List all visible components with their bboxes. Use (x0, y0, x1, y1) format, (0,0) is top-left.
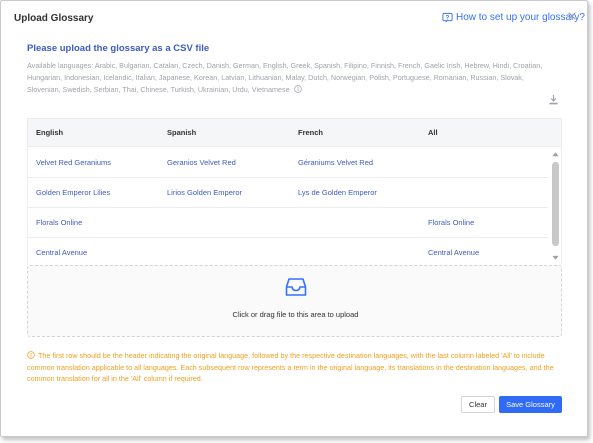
table-row: Velvet Red Geraniums Geranios Velvet Red… (28, 148, 548, 178)
table-cell: Florals Online (428, 218, 475, 227)
table-cell: Central Avenue (428, 248, 480, 257)
file-dropzone[interactable]: Click or drag file to this area to uploa… (27, 265, 562, 337)
upload-heading: Please upload the glossary as a CSV file (27, 43, 210, 54)
help-link[interactable]: ? How to set up your glossary? (442, 12, 585, 23)
info-icon[interactable] (293, 85, 302, 93)
table-cell: Géraniums Velvet Red (298, 158, 374, 167)
table-header: English Spanish French All (28, 119, 561, 147)
available-languages: Available languages: Arabic, Bulgarian, … (27, 60, 555, 96)
column-header-english: English (36, 128, 64, 137)
scroll-down-arrow-icon[interactable] (552, 255, 559, 261)
scrollbar-thumb[interactable] (552, 162, 559, 246)
download-icon[interactable] (548, 94, 559, 105)
table-cell: Geranios Velvet Red (167, 158, 236, 167)
column-header-french: French (298, 128, 324, 137)
help-circle-icon: ? (442, 12, 453, 23)
table-cell: Lys de Golden Emperor (298, 188, 377, 197)
dropzone-text: Click or drag file to this area to uploa… (232, 310, 359, 319)
dialog-title: Upload Glossary (14, 13, 94, 24)
table-cell: Florals Online (36, 218, 83, 227)
table-cell: Golden Emperor Lilies (36, 188, 111, 197)
table-cell: Lirios Golden Emperor (167, 188, 243, 197)
available-languages-text: Available languages: Arabic, Bulgarian, … (27, 61, 543, 94)
svg-text:?: ? (446, 15, 450, 21)
inbox-upload-icon (285, 278, 307, 296)
table-cell: Central Avenue (36, 248, 88, 257)
format-note: The first row should be the header indic… (27, 350, 562, 385)
table-row: Central Avenue Central Avenue (28, 238, 548, 265)
upload-glossary-dialog: Upload Glossary ? How to set up your glo… (0, 0, 588, 437)
glossary-preview-table: English Spanish French All Velvet Red Ge… (27, 118, 562, 265)
save-glossary-button[interactable]: Save Glossary (499, 396, 562, 413)
format-note-text: The first row should be the header indic… (27, 351, 554, 383)
clear-button[interactable]: Clear (461, 396, 495, 413)
column-header-all: All (428, 128, 438, 137)
table-row: Florals Online Florals Online (28, 208, 548, 238)
scroll-up-arrow-icon[interactable] (552, 151, 559, 157)
warning-circle-icon (27, 351, 35, 359)
close-icon[interactable] (566, 10, 578, 22)
table-cell: Velvet Red Geraniums (36, 158, 112, 167)
table-scrollbar[interactable] (550, 148, 561, 265)
column-header-spanish: Spanish (167, 128, 197, 137)
table-row: Golden Emperor Lilies Lirios Golden Empe… (28, 178, 548, 208)
